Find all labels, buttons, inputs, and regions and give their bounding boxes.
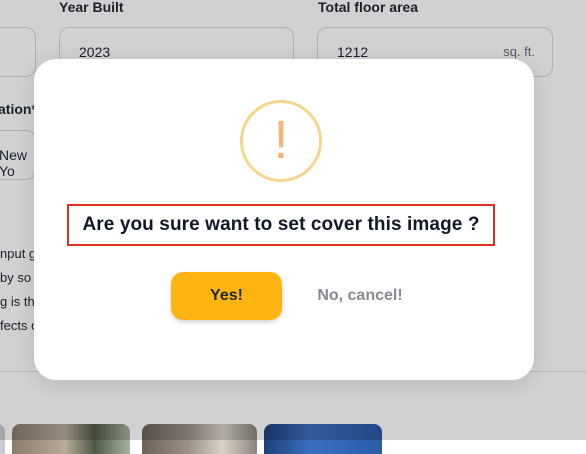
message-highlight: Are you sure want to set cover this imag…: [67, 204, 495, 246]
warning-icon: !: [240, 100, 322, 182]
confirm-dialog: ! Are you sure want to set cover this im…: [34, 59, 534, 380]
exclamation-icon: !: [273, 110, 289, 170]
cancel-button[interactable]: No, cancel!: [302, 272, 418, 320]
confirm-button[interactable]: Yes!: [171, 272, 282, 320]
dialog-message: Are you sure want to set cover this imag…: [82, 214, 480, 235]
